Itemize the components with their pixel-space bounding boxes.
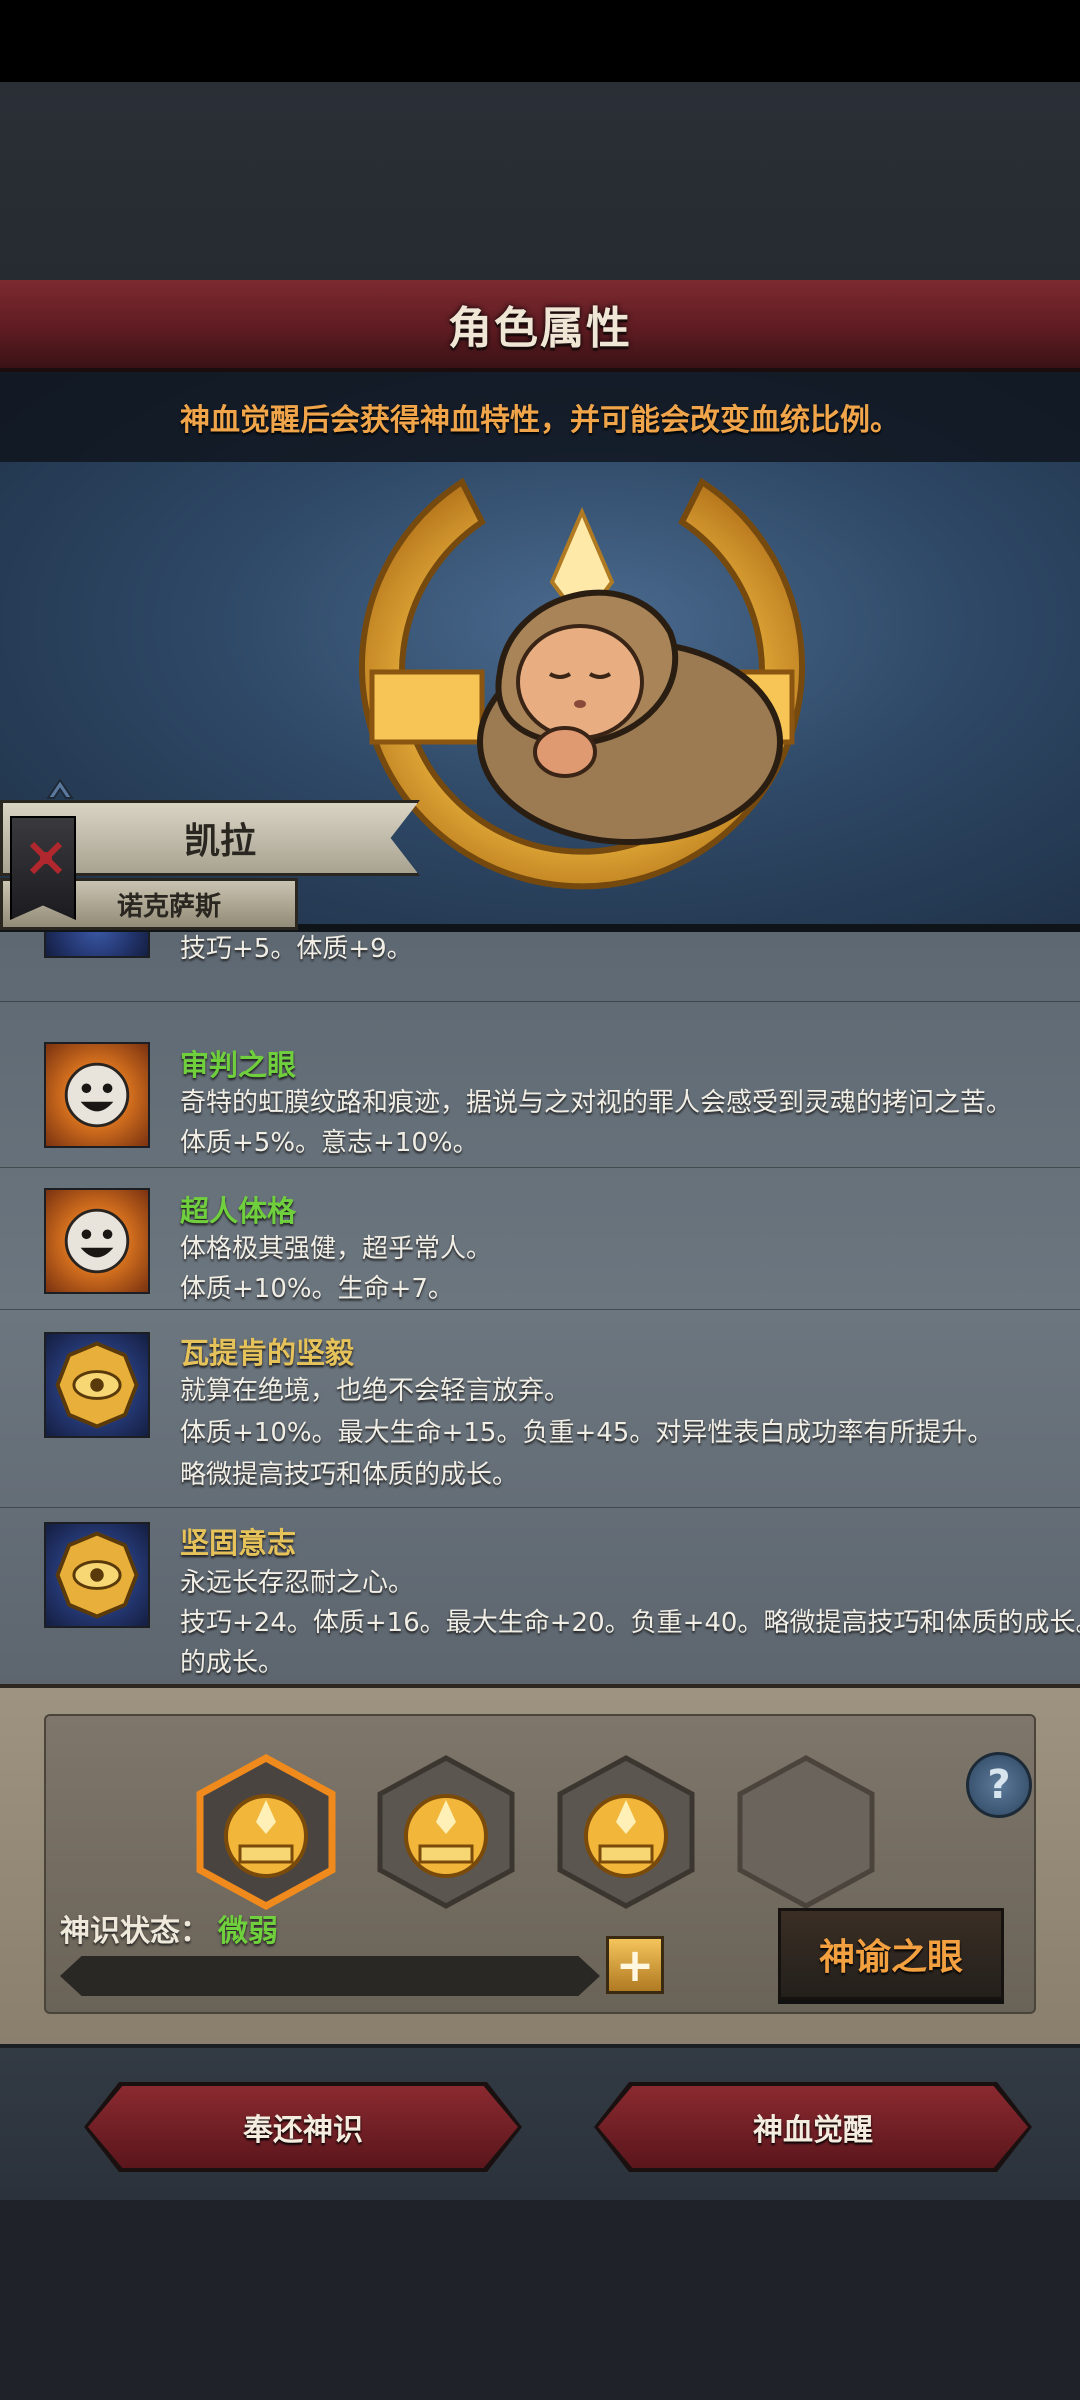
character-name: 凯拉 bbox=[183, 821, 256, 862]
rank-chevron-icon bbox=[46, 778, 74, 799]
add-divine-button[interactable]: + bbox=[606, 1936, 664, 1994]
trait-name: 审判之眼 bbox=[180, 1048, 297, 1082]
oracle-eye-button[interactable]: 神谕之眼 bbox=[778, 1908, 1004, 2000]
trait-line: 奇特的虹膜纹路和痕迹，据说与之对视的罪人会感受到灵魂的拷问之苦。 bbox=[180, 1088, 1013, 1118]
trait-item: 坚固意志 永远长存忍耐之心。 技巧+24。体质+16。最大生命+20。负重+40… bbox=[0, 1510, 1080, 1684]
faction-banner-icon bbox=[10, 816, 76, 920]
traits-list[interactable]: 技巧+5。体质+9。 审判之眼 奇特的虹膜纹路和痕迹，据说与之对视的罪人会感受到… bbox=[0, 932, 1080, 1684]
trait-line: 的成长。 bbox=[180, 1648, 285, 1678]
crossed-axes-icon bbox=[29, 841, 63, 875]
trait-item: 瓦提肯的坚毅 就算在绝境，也绝不会轻言放弃。 体质+10%。最大生命+15。负重… bbox=[0, 1312, 1080, 1508]
divine-slot[interactable] bbox=[556, 1754, 696, 1910]
blood-awaken-button[interactable]: 神血觉醒 bbox=[598, 2086, 1028, 2168]
trait-line: 永远长存忍耐之心。 bbox=[180, 1568, 415, 1598]
divine-progress-bar bbox=[60, 1956, 600, 1996]
trait-name: 超人体格 bbox=[180, 1194, 297, 1228]
return-divine-button[interactable]: 奉还神识 bbox=[88, 2086, 518, 2168]
divine-slot-selected[interactable] bbox=[196, 1754, 336, 1910]
trait-name: 瓦提肯的坚毅 bbox=[180, 1336, 355, 1370]
divine-status-label: 神识状态： bbox=[60, 1914, 210, 1949]
trait-item: 技巧+5。体质+9。 bbox=[0, 932, 1080, 1002]
smiley-sun-icon bbox=[44, 1042, 150, 1148]
backdrop bbox=[0, 82, 1080, 282]
divine-status-value: 微弱 bbox=[218, 1914, 278, 1949]
swaddled-baby-portrait bbox=[477, 589, 783, 845]
help-question-icon[interactable]: ? bbox=[966, 1752, 1032, 1818]
golden-eye-medallion-icon bbox=[44, 1332, 150, 1438]
trait-item: 审判之眼 奇特的虹膜纹路和痕迹，据说与之对视的罪人会感受到灵魂的拷问之苦。 体质… bbox=[0, 1030, 1080, 1168]
trait-item: 超人体格 体格极其强健，超乎常人。 体质+10%。生命+7。 bbox=[0, 1172, 1080, 1310]
trait-line: 体格极其强健，超乎常人。 bbox=[180, 1234, 493, 1264]
title-banner: 角色属性 bbox=[0, 280, 1080, 372]
partial-icon bbox=[44, 932, 150, 958]
status-bar bbox=[0, 0, 1080, 82]
trait-line: 技巧+24。体质+16。最大生命+20。负重+40。略微提高技巧和体质的成长。 bbox=[180, 1608, 1080, 1638]
smiley-sun-icon bbox=[44, 1188, 150, 1294]
trait-line: 体质+10%。最大生命+15。负重+45。对异性表白成功率有所提升。 bbox=[180, 1418, 994, 1448]
trait-line: 技巧+5。体质+9。 bbox=[180, 934, 413, 964]
trait-line: 就算在绝境，也绝不会轻言放弃。 bbox=[180, 1376, 571, 1406]
trait-name: 坚固意志 bbox=[180, 1526, 297, 1560]
trait-line: 体质+10%。生命+7。 bbox=[180, 1274, 454, 1304]
character-origin: 诺克萨斯 bbox=[116, 891, 221, 922]
trait-line: 略微提高技巧和体质的成长。 bbox=[180, 1460, 519, 1490]
page-title: 角色属性 bbox=[448, 303, 632, 354]
divine-slot-empty[interactable] bbox=[736, 1754, 876, 1910]
bottom-backdrop bbox=[0, 2200, 1080, 2400]
divine-slot[interactable] bbox=[376, 1754, 516, 1910]
trait-line: 体质+5%。意志+10%。 bbox=[180, 1128, 479, 1158]
golden-eye-medallion-icon bbox=[44, 1522, 150, 1628]
